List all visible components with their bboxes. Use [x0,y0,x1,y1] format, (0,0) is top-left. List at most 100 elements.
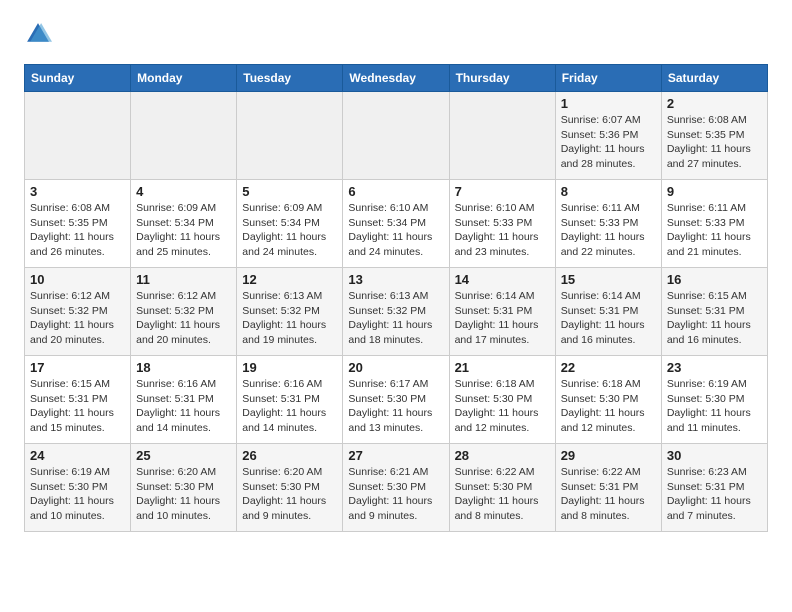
day-number: 13 [348,272,443,287]
calendar-cell: 17 Sunrise: 6:15 AM Sunset: 5:31 PM Dayli… [25,356,131,444]
day-number: 17 [30,360,125,375]
weekday-header: Saturday [661,65,767,92]
day-number: 16 [667,272,762,287]
calendar: SundayMondayTuesdayWednesdayThursdayFrid… [24,64,768,532]
calendar-cell [343,92,449,180]
calendar-cell: 5Sunrise: 6:09 AM Sunset: 5:34 PM Daylig… [237,180,343,268]
day-number: 27 [348,448,443,463]
day-info: Sunrise: 6:13 AM Sunset: 5:32 PM Dayligh… [348,289,443,348]
calendar-cell: 7 Sunrise: 6:10 AM Sunset: 5:33 PM Daylig… [449,180,555,268]
day-info: Sunrise: 6:15 AM Sunset: 5:31 PM Dayligh… [667,289,762,348]
calendar-cell: 18 Sunrise: 6:16 AM Sunset: 5:31 PM Dayli… [131,356,237,444]
day-info: Sunrise: 6:13 AM Sunset: 5:32 PM Dayligh… [242,289,337,348]
day-info: Sunrise: 6:09 AM Sunset: 5:34 PM Dayligh… [136,201,231,260]
calendar-cell [449,92,555,180]
day-number: 9 [667,184,762,199]
day-info: Sunrise: 6:12 AM Sunset: 5:32 PM Dayligh… [30,289,125,348]
calendar-cell: 23 Sunrise: 6:19 AM Sunset: 5:30 PM Dayli… [661,356,767,444]
day-number: 11 [136,272,231,287]
day-info: Sunrise: 6:19 AM Sunset: 5:30 PM Dayligh… [30,465,125,524]
calendar-week: 1Sunrise: 6:07 AM Sunset: 5:36 PM Daylig… [25,92,768,180]
calendar-cell: 9Sunrise: 6:11 AM Sunset: 5:33 PM Daylig… [661,180,767,268]
day-info: Sunrise: 6:16 AM Sunset: 5:31 PM Dayligh… [136,377,231,436]
weekday-header: Friday [555,65,661,92]
day-info: Sunrise: 6:16 AM Sunset: 5:31 PM Dayligh… [242,377,337,436]
calendar-week: 3 Sunrise: 6:08 AM Sunset: 5:35 PM Daylig… [25,180,768,268]
day-number: 30 [667,448,762,463]
day-info: Sunrise: 6:08 AM Sunset: 5:35 PM Dayligh… [667,113,762,172]
day-number: 15 [561,272,656,287]
day-info: Sunrise: 6:18 AM Sunset: 5:30 PM Dayligh… [455,377,550,436]
day-info: Sunrise: 6:22 AM Sunset: 5:31 PM Dayligh… [561,465,656,524]
day-info: Sunrise: 6:11 AM Sunset: 5:33 PM Dayligh… [561,201,656,260]
calendar-cell: 22Sunrise: 6:18 AM Sunset: 5:30 PM Dayli… [555,356,661,444]
calendar-cell: 8 Sunrise: 6:11 AM Sunset: 5:33 PM Daylig… [555,180,661,268]
calendar-week: 17 Sunrise: 6:15 AM Sunset: 5:31 PM Dayli… [25,356,768,444]
weekday-header: Sunday [25,65,131,92]
day-number: 2 [667,96,762,111]
calendar-cell: 29Sunrise: 6:22 AM Sunset: 5:31 PM Dayli… [555,444,661,532]
day-info: Sunrise: 6:21 AM Sunset: 5:30 PM Dayligh… [348,465,443,524]
calendar-cell: 12 Sunrise: 6:13 AM Sunset: 5:32 PM Dayli… [237,268,343,356]
day-number: 18 [136,360,231,375]
weekday-header: Monday [131,65,237,92]
day-number: 8 [561,184,656,199]
weekday-header: Wednesday [343,65,449,92]
day-info: Sunrise: 6:15 AM Sunset: 5:31 PM Dayligh… [30,377,125,436]
calendar-cell: 28Sunrise: 6:22 AM Sunset: 5:30 PM Dayli… [449,444,555,532]
day-info: Sunrise: 6:08 AM Sunset: 5:35 PM Dayligh… [30,201,125,260]
day-number: 7 [455,184,550,199]
day-number: 1 [561,96,656,111]
day-number: 19 [242,360,337,375]
day-number: 6 [348,184,443,199]
logo-icon [24,20,52,48]
day-number: 21 [455,360,550,375]
calendar-week: 10 Sunrise: 6:12 AM Sunset: 5:32 PM Dayli… [25,268,768,356]
weekday-header: Thursday [449,65,555,92]
day-number: 14 [455,272,550,287]
calendar-cell: 6 Sunrise: 6:10 AM Sunset: 5:34 PM Daylig… [343,180,449,268]
day-number: 10 [30,272,125,287]
calendar-cell: 11Sunrise: 6:12 AM Sunset: 5:32 PM Dayli… [131,268,237,356]
calendar-cell: 16 Sunrise: 6:15 AM Sunset: 5:31 PM Dayli… [661,268,767,356]
day-info: Sunrise: 6:19 AM Sunset: 5:30 PM Dayligh… [667,377,762,436]
calendar-cell: 13 Sunrise: 6:13 AM Sunset: 5:32 PM Dayli… [343,268,449,356]
calendar-cell: 30Sunrise: 6:23 AM Sunset: 5:31 PM Dayli… [661,444,767,532]
calendar-cell [131,92,237,180]
day-info: Sunrise: 6:17 AM Sunset: 5:30 PM Dayligh… [348,377,443,436]
calendar-week: 24 Sunrise: 6:19 AM Sunset: 5:30 PM Dayli… [25,444,768,532]
calendar-cell: 20 Sunrise: 6:17 AM Sunset: 5:30 PM Dayli… [343,356,449,444]
header [24,20,768,48]
calendar-cell: 15 Sunrise: 6:14 AM Sunset: 5:31 PM Dayli… [555,268,661,356]
day-number: 26 [242,448,337,463]
calendar-cell: 21 Sunrise: 6:18 AM Sunset: 5:30 PM Dayli… [449,356,555,444]
calendar-header: SundayMondayTuesdayWednesdayThursdayFrid… [25,65,768,92]
weekday-row: SundayMondayTuesdayWednesdayThursdayFrid… [25,65,768,92]
day-number: 4 [136,184,231,199]
day-number: 3 [30,184,125,199]
calendar-cell: 27 Sunrise: 6:21 AM Sunset: 5:30 PM Dayli… [343,444,449,532]
day-number: 22 [561,360,656,375]
day-number: 20 [348,360,443,375]
day-info: Sunrise: 6:20 AM Sunset: 5:30 PM Dayligh… [136,465,231,524]
calendar-cell: 14 Sunrise: 6:14 AM Sunset: 5:31 PM Dayli… [449,268,555,356]
day-info: Sunrise: 6:10 AM Sunset: 5:34 PM Dayligh… [348,201,443,260]
calendar-cell: 10 Sunrise: 6:12 AM Sunset: 5:32 PM Dayli… [25,268,131,356]
day-number: 25 [136,448,231,463]
day-number: 24 [30,448,125,463]
calendar-cell: 2 Sunrise: 6:08 AM Sunset: 5:35 PM Daylig… [661,92,767,180]
logo [24,20,56,48]
calendar-cell: 3 Sunrise: 6:08 AM Sunset: 5:35 PM Daylig… [25,180,131,268]
day-info: Sunrise: 6:20 AM Sunset: 5:30 PM Dayligh… [242,465,337,524]
day-number: 23 [667,360,762,375]
day-number: 12 [242,272,337,287]
calendar-body: 1Sunrise: 6:07 AM Sunset: 5:36 PM Daylig… [25,92,768,532]
day-info: Sunrise: 6:14 AM Sunset: 5:31 PM Dayligh… [455,289,550,348]
day-info: Sunrise: 6:10 AM Sunset: 5:33 PM Dayligh… [455,201,550,260]
day-info: Sunrise: 6:09 AM Sunset: 5:34 PM Dayligh… [242,201,337,260]
calendar-cell: 26 Sunrise: 6:20 AM Sunset: 5:30 PM Dayli… [237,444,343,532]
day-number: 28 [455,448,550,463]
day-info: Sunrise: 6:14 AM Sunset: 5:31 PM Dayligh… [561,289,656,348]
calendar-cell [25,92,131,180]
calendar-cell: 25 Sunrise: 6:20 AM Sunset: 5:30 PM Dayli… [131,444,237,532]
